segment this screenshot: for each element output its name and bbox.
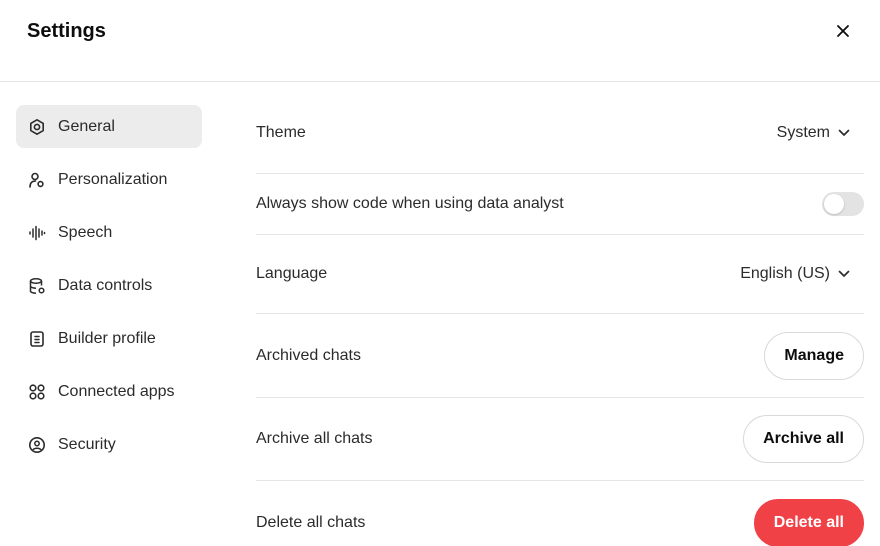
sidebar-item-personalization[interactable]: Personalization bbox=[16, 158, 202, 201]
sidebar-item-label: Data controls bbox=[58, 276, 153, 294]
archived-chats-label: Archived chats bbox=[256, 346, 361, 364]
archived-chats-row: Archived chats Manage bbox=[256, 314, 864, 398]
id-card-icon bbox=[28, 330, 46, 348]
settings-header: Settings bbox=[0, 0, 880, 82]
sidebar-item-security[interactable]: Security bbox=[16, 423, 202, 466]
database-icon bbox=[28, 277, 46, 295]
sidebar-item-label: Builder profile bbox=[58, 329, 156, 347]
sidebar-item-label: Speech bbox=[58, 223, 113, 241]
archive-all-row: Archive all chats Archive all bbox=[256, 398, 864, 481]
sidebar-item-speech[interactable]: Speech bbox=[16, 211, 202, 254]
apps-grid-icon bbox=[28, 383, 46, 401]
toggle-knob bbox=[824, 194, 844, 214]
language-dropdown[interactable]: English (US) bbox=[740, 265, 864, 283]
chevron-down-icon bbox=[838, 124, 850, 142]
theme-row: Theme System bbox=[256, 92, 864, 174]
code-toggle-label: Always show code when using data analyst bbox=[256, 195, 564, 212]
archive-all-button[interactable]: Archive all bbox=[743, 415, 864, 463]
code-toggle-switch[interactable] bbox=[822, 192, 864, 216]
settings-sidebar: General Personalization Speech Data cont… bbox=[16, 105, 202, 476]
theme-label: Theme bbox=[256, 123, 306, 141]
delete-all-row: Delete all chats Delete all bbox=[256, 481, 864, 546]
chevron-down-icon bbox=[838, 265, 850, 283]
delete-all-label: Delete all chats bbox=[256, 513, 366, 531]
general-settings-panel: Theme System Always show code when using… bbox=[256, 92, 864, 546]
settings-title: Settings bbox=[27, 20, 106, 42]
sidebar-item-data-controls[interactable]: Data controls bbox=[16, 264, 202, 307]
sidebar-item-builder-profile[interactable]: Builder profile bbox=[16, 317, 202, 360]
language-row: Language English (US) bbox=[256, 235, 864, 314]
sidebar-item-label: Security bbox=[58, 435, 116, 453]
theme-value: System bbox=[776, 123, 830, 141]
sidebar-item-connected-apps[interactable]: Connected apps bbox=[16, 370, 202, 413]
language-value: English (US) bbox=[740, 265, 830, 282]
delete-all-button[interactable]: Delete all bbox=[753, 498, 864, 546]
language-label: Language bbox=[256, 265, 328, 282]
person-icon bbox=[28, 171, 46, 189]
manage-archived-button[interactable]: Manage bbox=[764, 331, 864, 380]
close-button[interactable] bbox=[830, 20, 856, 46]
sidebar-item-label: Connected apps bbox=[58, 382, 175, 400]
archive-all-label: Archive all chats bbox=[256, 430, 373, 447]
sidebar-item-label: Personalization bbox=[58, 170, 168, 188]
shield-icon bbox=[28, 436, 46, 454]
sidebar-item-label: General bbox=[58, 117, 115, 135]
gear-icon bbox=[28, 118, 46, 136]
close-icon bbox=[836, 24, 850, 43]
sidebar-item-general[interactable]: General bbox=[16, 105, 202, 148]
theme-dropdown[interactable]: System bbox=[777, 124, 864, 142]
code-toggle-row: Always show code when using data analyst bbox=[256, 174, 864, 235]
waveform-icon bbox=[28, 224, 46, 242]
